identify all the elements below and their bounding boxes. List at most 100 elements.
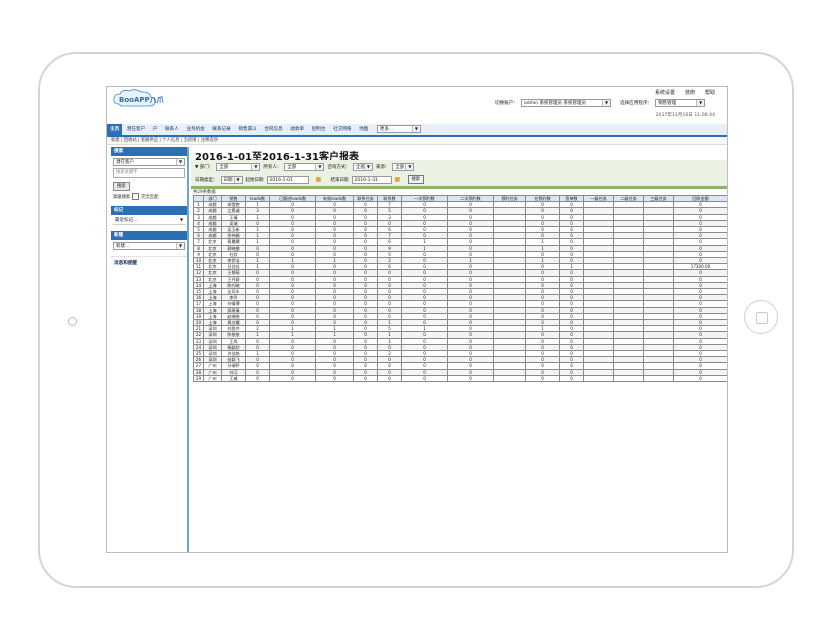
search-input[interactable]: 搜索关键字: [113, 168, 185, 178]
table-cell: 0: [377, 374, 402, 383]
consult-select[interactable]: 全部 ▼: [352, 163, 373, 171]
report-search-button[interactable]: 搜索: [407, 175, 425, 184]
new-section-title: 新建: [111, 231, 187, 240]
search-options: 高级搜索 完全匹配: [113, 193, 185, 200]
search-block: 潜在客户 ▼ 搜索关键字 搜索 高级搜索 完全匹配: [111, 156, 187, 202]
top-link-settings[interactable]: 系统设置: [655, 89, 675, 96]
nav-social[interactable]: 社交网络: [330, 124, 354, 135]
nav-contacts[interactable]: 联系人: [162, 124, 182, 135]
nav-opportunities[interactable]: 业务机会: [183, 124, 207, 135]
table-cell: 王威: [221, 374, 246, 383]
filter-row-1: ▼ 部门： 全部 ▼ 所有人： 全部 ▼ 咨询方式： 全部 ▼ 来源： 全部 ▼: [195, 163, 415, 171]
chevron-down-icon: ▼: [405, 164, 414, 170]
source-select[interactable]: 全部 ▼: [392, 163, 415, 171]
program-value: 销售管理: [658, 101, 677, 106]
messages-title: 消息和提醒: [111, 256, 187, 269]
owner-label: 所有人：: [263, 165, 282, 170]
dept-select[interactable]: 全部 ▼: [216, 163, 261, 171]
new-block: 新建... ▼: [111, 240, 187, 252]
chevron-down-icon: ▼: [251, 164, 260, 170]
start-date-input[interactable]: 2016-1-01: [266, 175, 309, 184]
caret-down-icon: ▼: [179, 217, 184, 222]
chevron-down-icon: ▼: [363, 164, 372, 170]
end-date-label: 结束日期: [330, 177, 349, 183]
table-cell: 0: [525, 374, 560, 383]
table-cell: 0: [269, 374, 316, 383]
table-row[interactable]: 29 广州 王威 0 0 0 0 0 0 0 0 0 0: [193, 374, 727, 383]
program-select[interactable]: 销售管理 ▼: [655, 99, 706, 107]
filter-panel: ▼ 部门： 全部 ▼ 所有人： 全部 ▼ 咨询方式： 全部 ▼ 来源： 全部 ▼ 日期类…: [191, 160, 727, 189]
nav-home[interactable]: 主页: [107, 124, 123, 135]
table-body: 1 成都 胡雪艳 1 0 0 0 7 0 0 0 0 0 2 成都 江恩诚 3 0 0 0 5 0 0 0 0 0 3 成都 王倩 1 0 0…: [193, 201, 727, 383]
nav-contracts[interactable]: 合同信息: [261, 124, 285, 135]
top-links: 系统设置 技術 帮助: [655, 89, 715, 96]
datetime: 2017年11月10日 11:08:44: [655, 113, 715, 118]
table-cell: 0: [559, 374, 584, 383]
table-cell: 0: [353, 374, 378, 383]
advanced-search-link[interactable]: 高级搜索: [113, 194, 130, 200]
table-header-cell: 联系任务: [353, 194, 378, 203]
nav-map[interactable]: 地图: [356, 124, 371, 135]
nav-console[interactable]: 控制台: [309, 124, 329, 135]
dept-value: 全部: [219, 165, 229, 170]
calendar-icon[interactable]: ▦: [395, 176, 401, 183]
nav-accounts[interactable]: 户: [150, 124, 161, 135]
chevron-down-icon: ▼: [696, 100, 705, 106]
table-cell: 0: [673, 374, 727, 383]
tag-block: 最近标记... ▼: [111, 215, 187, 227]
filter-row-2: 日期类型： 日期 ▼ 起始日期 2016-1-01 ▦ 结束日期 2016-1-3…: [195, 175, 425, 184]
nav-funnel[interactable]: 销售漏斗: [235, 124, 259, 135]
new-select[interactable]: 新建... ▼: [113, 242, 185, 250]
datetype-value: 日期: [223, 177, 233, 183]
source-label: 来源：: [375, 165, 390, 170]
header: BooAPP八爪 系统设置 技術 帮助 切换账户： admin 系统管理员 系统…: [107, 87, 727, 123]
calendar-icon[interactable]: ▦: [316, 176, 322, 183]
table-cell: [493, 374, 526, 383]
start-date-value: 2016-1-01: [269, 177, 293, 183]
report-area: 2016-1-01至2016-1-31客户报表 ▼ 部门： 全部 ▼ 所有人： 全…: [191, 147, 727, 552]
nav-more-select[interactable]: 更多... ▼: [376, 124, 421, 133]
home-button[interactable]: [744, 300, 778, 334]
breadcrumb: 新建 | 回收站 | 客服供应 | 个人信息 | 无权限 | 注释选项: [107, 137, 727, 145]
tag-section-title: 标记: [111, 206, 187, 215]
screen: BooAPP八爪 系统设置 技術 帮助 切换账户： admin 系统管理员 系统…: [106, 86, 728, 553]
chevron-down-icon: ▼: [601, 100, 610, 106]
table-cell: 0: [245, 374, 270, 383]
search-type-select[interactable]: 潜在客户 ▼: [113, 158, 185, 166]
nav-more-value: 更多...: [379, 126, 394, 132]
new-value: 新建...: [116, 244, 130, 249]
table-cell: [643, 374, 674, 383]
search-type-value: 潜在客户: [116, 160, 134, 165]
top-link-help[interactable]: 帮助: [705, 89, 715, 96]
table-cell: 0: [315, 374, 354, 383]
program-label: 选择应用程序：: [619, 101, 653, 106]
account-switcher: 切换账户： admin 系统管理员 系统管理员 ▼ 选择应用程序： 销售管理 ▼: [495, 99, 706, 107]
start-date-label: 起始日期: [245, 177, 264, 183]
top-link-tech[interactable]: 技術: [685, 89, 695, 96]
source-value: 全部: [395, 165, 405, 170]
sidebar: 搜索 潜在客户 ▼ 搜索关键字 搜索 高级搜索 完全匹配 标记 最近标记... ▼ …: [111, 147, 189, 552]
account-select[interactable]: admin 系统管理员 系统管理员 ▼: [520, 99, 611, 107]
end-date-value: 2016-1-31: [354, 177, 378, 183]
nav-records[interactable]: 联系记录: [209, 124, 233, 135]
home-square-icon: [756, 312, 768, 324]
consult-label: 咨询方式：: [327, 165, 350, 170]
main-nav: 主页 潜在客户 户 联系人 业务机会 联系记录 销售漏斗 合同信息 收款单 控制…: [107, 124, 727, 137]
datetype-select[interactable]: 日期 ▼: [220, 175, 243, 184]
dept-label: ▼ 部门：: [195, 165, 214, 170]
owner-select[interactable]: 全部 ▼: [284, 163, 325, 171]
datetype-label: 日期类型：: [195, 177, 218, 183]
nav-leads[interactable]: 潜在客户: [124, 124, 148, 135]
exact-match-checkbox[interactable]: [132, 193, 140, 200]
end-date-input[interactable]: 2016-1-31: [351, 175, 392, 184]
account-value: admin 系统管理员 系统管理员: [523, 101, 586, 106]
nav-receipts[interactable]: 收款单: [287, 124, 307, 135]
table-cell: 29: [193, 374, 204, 383]
camera-icon: [68, 317, 77, 326]
table-cell: 广州: [203, 374, 222, 383]
exact-match-label: 完全匹配: [141, 194, 159, 200]
table-cell: 0: [447, 374, 494, 383]
search-button[interactable]: 搜索: [113, 182, 130, 191]
owner-value: 全部: [287, 165, 297, 170]
tag-select[interactable]: 最近标记... ▼: [113, 217, 185, 225]
